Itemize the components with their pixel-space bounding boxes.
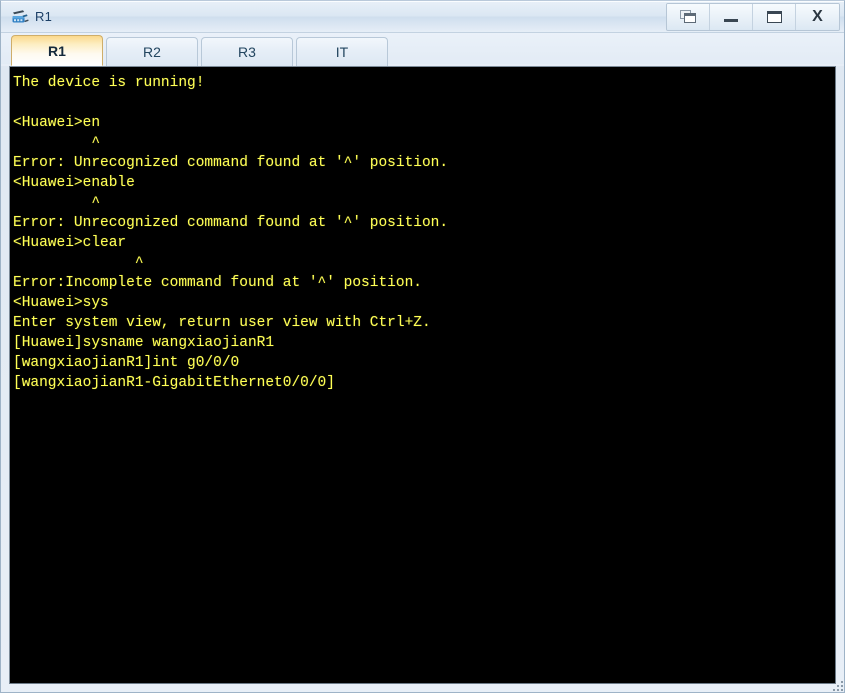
maximize-button[interactable] (753, 4, 796, 30)
close-button[interactable]: X (796, 4, 839, 30)
window-controls: X (666, 3, 840, 31)
terminal-container: The device is running! <Huawei>en ^ Erro… (1, 66, 844, 692)
tab-label: R3 (238, 44, 256, 60)
tab-label: R1 (48, 42, 66, 59)
tab-label: IT (335, 44, 349, 60)
tab-r2[interactable]: R2 (106, 37, 198, 66)
minimize-button[interactable] (710, 4, 753, 30)
tab-label: R2 (143, 44, 161, 60)
cli-console[interactable]: The device is running! <Huawei>en ^ Erro… (9, 66, 836, 684)
maximize-icon (766, 11, 782, 23)
cli-output-text: The device is running! <Huawei>en ^ Erro… (13, 75, 449, 391)
router-device-icon (10, 7, 30, 27)
tab-it[interactable]: IT (296, 37, 388, 66)
minimize-icon (724, 19, 738, 22)
tab-r3[interactable]: R3 (201, 37, 293, 66)
device-tab-bar: R1 R2 R3 IT (1, 33, 844, 66)
restore-windows-button[interactable] (667, 4, 710, 30)
title-bar: R1 X (1, 1, 844, 33)
restore-windows-icon (679, 10, 697, 24)
device-cli-window: R1 X R1 R2 R3 IT The device is running! … (0, 0, 845, 693)
window-title: R1 (35, 9, 53, 24)
resize-grip[interactable] (830, 678, 843, 691)
tab-r1[interactable]: R1 (11, 35, 103, 66)
close-icon: X (812, 8, 823, 25)
